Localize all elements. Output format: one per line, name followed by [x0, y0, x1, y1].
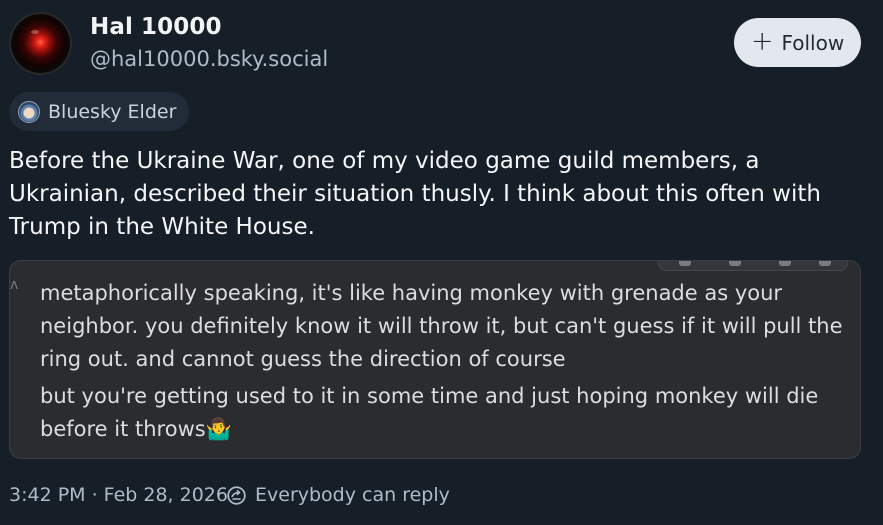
author-handle[interactable]: @hal10000.bsky.social [90, 47, 328, 71]
verification-badge[interactable]: Bluesky Elder [9, 92, 190, 131]
embedded-image[interactable]: ᴧ metaphorically speaking, it's like hav… [9, 260, 861, 459]
follow-button[interactable]: + Follow [734, 18, 861, 67]
post-thread-item: Hal 10000 @hal10000.bsky.social + Follow… [0, 0, 883, 525]
badge-label: Bluesky Elder [48, 100, 177, 123]
screenshot-toolbar [658, 261, 848, 271]
embed-message-1: metaphorically speaking, it's like havin… [40, 281, 843, 371]
post-text: Before the Ukraine War, one of my video … [9, 148, 821, 240]
author-display-name[interactable]: Hal 10000 [90, 14, 222, 40]
plus-icon: + [750, 26, 774, 57]
author-avatar[interactable] [9, 12, 72, 75]
reply-setting-label[interactable]: Everybody can reply [255, 484, 450, 506]
embed-message-2: but you're getting used to it in some ti… [40, 384, 819, 441]
follow-button-label: Follow [781, 30, 845, 55]
post-timestamp[interactable]: 3:42 PM · Feb 28, 2026 [9, 484, 228, 506]
crop-mark: ᴧ [10, 277, 19, 293]
elder-badge-icon [18, 100, 40, 123]
reply-settings-icon [227, 486, 246, 505]
